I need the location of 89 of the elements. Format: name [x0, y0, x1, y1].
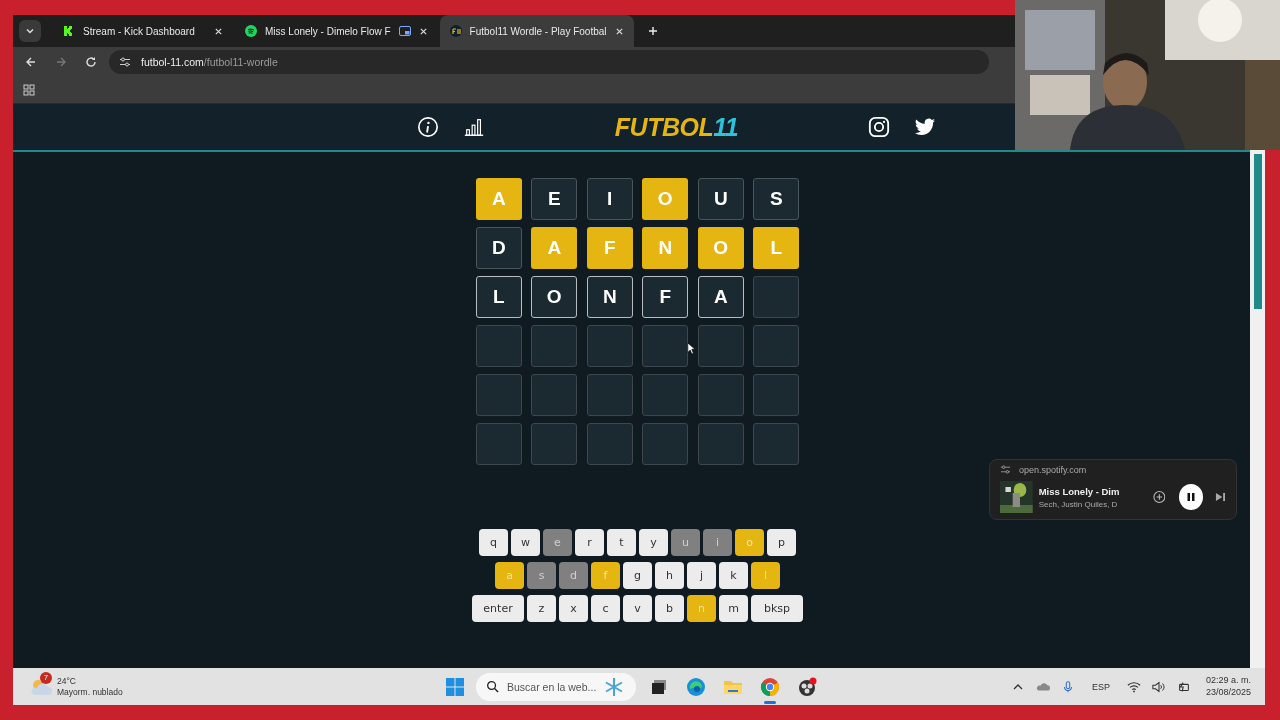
letter-tile: F	[586, 227, 633, 269]
letter-tile: U	[697, 178, 744, 220]
close-icon[interactable]	[418, 26, 428, 36]
tab-search-button[interactable]	[19, 20, 41, 42]
letter-tile: O	[697, 227, 744, 269]
clock-date[interactable]: 23/08/2025	[1205, 686, 1251, 699]
settings-sliders-icon[interactable]	[1000, 464, 1011, 475]
twitter-bird-icon[interactable]	[914, 116, 937, 138]
chrome-icon[interactable]	[760, 676, 780, 697]
apps-grid-icon[interactable]	[23, 84, 35, 96]
letter-tile: A	[531, 227, 578, 269]
reload-icon[interactable]	[85, 56, 97, 68]
keyboard-key[interactable]: enter	[472, 595, 524, 622]
cloud-icon[interactable]	[1035, 680, 1050, 693]
keyboard-key[interactable]: r	[575, 529, 604, 556]
letter-tile: O	[531, 276, 578, 318]
url-text: futbol-11.com/futbol11-wordle	[141, 56, 278, 68]
site-icon	[449, 25, 462, 37]
letter-tile: O	[642, 178, 689, 220]
tab-title: Miss Lonely - Dimelo Flow F	[265, 25, 391, 37]
keyboard-key[interactable]: g	[623, 562, 652, 589]
letter-tile: L	[753, 227, 800, 269]
wifi-icon[interactable]	[1126, 680, 1141, 693]
media-source: open.spotify.com	[1019, 464, 1087, 475]
keyboard-key[interactable]: q	[479, 529, 508, 556]
keyboard-key[interactable]: j	[687, 562, 716, 589]
battery-charging-icon[interactable]	[1176, 680, 1191, 693]
letter-tile: D	[475, 227, 522, 269]
info-icon[interactable]	[416, 116, 439, 138]
keyboard-key[interactable]: k	[719, 562, 748, 589]
new-tab-icon[interactable]	[647, 26, 658, 36]
tab-title: Stream - Kick Dashboard	[83, 25, 196, 37]
weather-description: Mayorm. nublado	[57, 686, 123, 698]
clock-time[interactable]: 02:29 a. m.	[1205, 674, 1251, 687]
edge-browser-icon[interactable]	[686, 676, 706, 697]
letter-tile: A	[475, 178, 522, 220]
stats-icon[interactable]	[462, 116, 485, 138]
keyboard-key[interactable]: p	[767, 529, 796, 556]
browser-tab[interactable]: Stream - Kick Dashboard	[53, 15, 233, 47]
letter-tile: N	[586, 276, 633, 318]
pause-button[interactable]	[1179, 484, 1204, 510]
keyboard-key[interactable]: w	[511, 529, 540, 556]
browser-tab[interactable]: Futbol11 Wordle - Play Footbal	[439, 15, 634, 47]
keyboard-key[interactable]: y	[639, 529, 668, 556]
forward-icon[interactable]	[55, 56, 67, 68]
keyboard-key[interactable]: c	[591, 595, 620, 622]
notification-badge: 7	[40, 671, 52, 684]
site-settings-icon[interactable]	[119, 56, 131, 68]
snowflake-icon	[604, 676, 625, 697]
pause-icon	[1185, 491, 1198, 503]
caret-icon	[25, 26, 35, 36]
track-title: Miss Lonely - Dim	[1038, 485, 1121, 497]
windows-logo-icon[interactable]	[445, 676, 465, 697]
k-logo-icon	[63, 25, 75, 37]
obs-icon[interactable]	[797, 676, 817, 697]
search-icon	[486, 680, 499, 693]
close-icon[interactable]	[214, 26, 223, 36]
track-artist: Sech, Justin Quiles, D	[1038, 499, 1119, 509]
keyboard-key[interactable]: h	[655, 562, 684, 589]
tab-title: Futbol11 Wordle - Play Footbal	[469, 25, 607, 37]
keyboard-key[interactable]: t	[607, 529, 636, 556]
keyboard-key[interactable]: z	[527, 595, 556, 622]
letter-tile: N	[642, 227, 689, 269]
letter-tile: I	[586, 178, 633, 220]
site-logo[interactable]: FUTBOL11	[614, 112, 739, 142]
browser-tab[interactable]: Miss Lonely - Dimelo Flow F	[235, 15, 438, 47]
letter-tile: L	[475, 276, 522, 318]
keyboard-key[interactable]: x	[559, 595, 588, 622]
mouse-cursor-icon	[687, 342, 695, 355]
keyboard-key[interactable]: b	[655, 595, 684, 622]
add-icon[interactable]	[1152, 490, 1166, 504]
keyboard-key[interactable]: v	[623, 595, 652, 622]
close-icon[interactable]	[614, 26, 624, 36]
letter-tile: F	[642, 276, 689, 318]
address-bar[interactable]: futbol-11.com/futbol11-wordle	[109, 50, 989, 74]
letter-tile: A	[697, 276, 744, 318]
letter-tile: E	[531, 178, 578, 220]
skip-next-icon[interactable]	[1215, 491, 1226, 503]
spotify-icon	[245, 25, 257, 37]
temperature: 24°C	[57, 675, 77, 687]
input-language[interactable]: ESP	[1091, 681, 1110, 692]
speaker-icon[interactable]	[1151, 680, 1166, 693]
instagram-icon[interactable]	[868, 116, 891, 138]
letter-tile: S	[753, 178, 800, 220]
keyboard-key[interactable]: bksp	[751, 595, 803, 622]
back-icon[interactable]	[25, 56, 37, 68]
taskbar-search-field[interactable]: Buscar en la web...	[476, 672, 636, 701]
keyboard-key[interactable]: m	[719, 595, 748, 622]
scrollbar-thumb[interactable]	[1254, 154, 1262, 309]
